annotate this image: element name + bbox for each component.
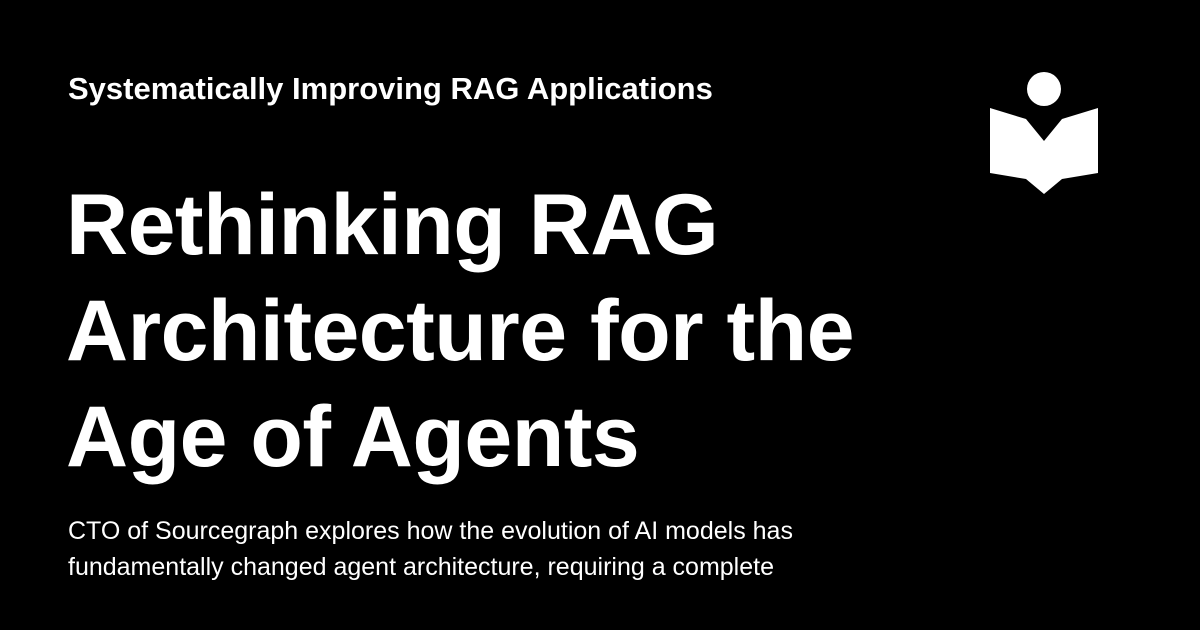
- description: CTO of Sourcegraph explores how the evol…: [68, 513, 948, 585]
- reader-book-icon: [990, 72, 1098, 194]
- reader-head-shape: [1027, 72, 1061, 106]
- open-book-shape: [990, 108, 1098, 194]
- series-title: Systematically Improving RAG Application…: [68, 71, 713, 106]
- title-line-2: Architecture for the: [66, 283, 855, 379]
- description-line-1: CTO of Sourcegraph explores how the evol…: [68, 517, 793, 545]
- title-line-1: Rethinking RAG: [66, 177, 719, 273]
- page-title: Rethinking RAG Architecture for the Age …: [66, 172, 946, 490]
- description-line-2: fundamentally changed agent architecture…: [68, 553, 774, 581]
- social-card: Systematically Improving RAG Application…: [0, 0, 1200, 630]
- title-line-3: Age of Agents: [66, 389, 640, 485]
